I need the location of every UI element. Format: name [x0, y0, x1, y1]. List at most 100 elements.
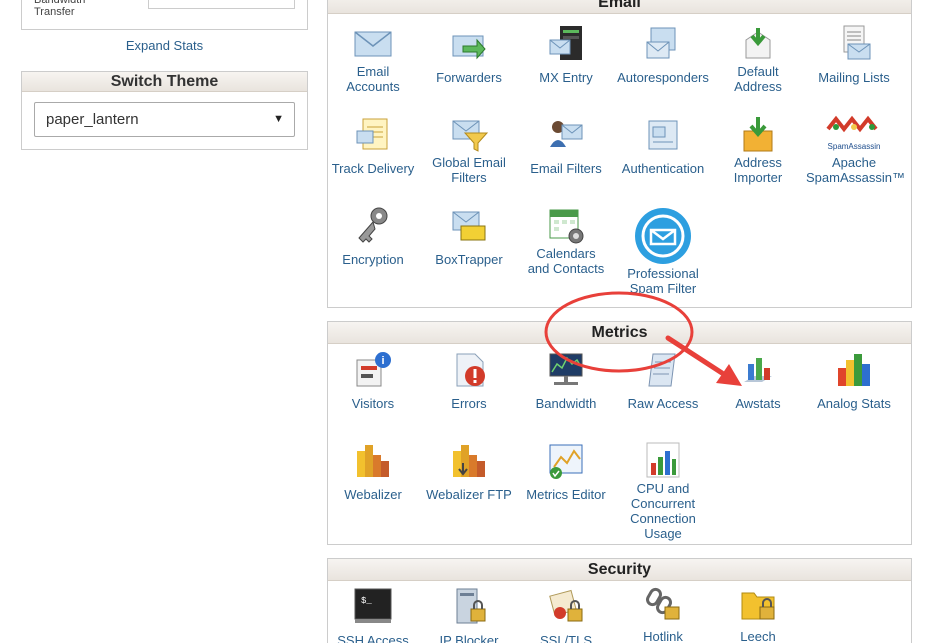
- spamassassin-item[interactable]: SpamAssassin Apache SpamAssassin™: [806, 115, 905, 185]
- authentication-icon: [648, 120, 678, 150]
- item-label: Autoresponders: [617, 70, 709, 85]
- item-label: Hotlink: [643, 629, 683, 643]
- item-label: Default Address: [734, 64, 782, 94]
- item-label: Webalizer: [344, 487, 402, 502]
- email-panel: Email Email Accounts Forwarders MX Entry…: [327, 0, 912, 308]
- visitors-item[interactable]: i Visitors: [325, 350, 421, 411]
- hotlink-item[interactable]: Hotlink: [615, 583, 711, 643]
- ssh-access-item[interactable]: $_ SSH Access: [325, 587, 421, 643]
- item-label: Bandwidth: [535, 396, 597, 411]
- address-importer-item[interactable]: Address Importer: [710, 115, 806, 185]
- mx-entry-icon: [549, 26, 582, 60]
- hotlink-icon: [646, 587, 680, 620]
- item-label: MX Entry: [539, 70, 593, 85]
- bandwidth-item[interactable]: Bandwidth: [518, 350, 614, 411]
- visitors-icon: i: [356, 352, 391, 387]
- item-label: Forwarders: [436, 70, 502, 85]
- item-label: Awstats: [735, 396, 781, 411]
- email-accounts-icon: [354, 31, 392, 57]
- bandwidth-value-box: [148, 0, 295, 9]
- item-label: BoxTrapper: [435, 252, 503, 267]
- item-label: Leech: [740, 629, 776, 643]
- errors-icon: [456, 353, 485, 387]
- item-label: Email Filters: [530, 161, 602, 176]
- analog-stats-item[interactable]: Analog Stats: [806, 350, 902, 411]
- metrics-editor-icon: [549, 444, 583, 479]
- mailing-lists-icon: [843, 25, 871, 60]
- item-label: Global Email Filters: [432, 155, 506, 185]
- expand-stats-link[interactable]: Expand Stats: [21, 38, 308, 56]
- calendars-contacts-item[interactable]: Calendars and Contacts: [518, 206, 614, 276]
- item-label: Analog Stats: [817, 396, 891, 411]
- item-label: Raw Access: [627, 396, 699, 411]
- leech-icon: [741, 592, 775, 620]
- item-label: Calendars and Contacts: [527, 246, 605, 276]
- email-filters-item[interactable]: Email Filters: [518, 115, 614, 176]
- item-label: IP Blocker: [439, 633, 499, 643]
- track-delivery-item[interactable]: Track Delivery: [325, 115, 421, 176]
- svg-text:$_: $_: [361, 596, 372, 606]
- global-email-filters-item[interactable]: Global Email Filters: [421, 115, 517, 185]
- item-label: Email Accounts: [346, 64, 400, 94]
- stats-box: Bandwidth Transfer: [21, 0, 308, 30]
- spamassassin-icon: SpamAssassin: [826, 115, 881, 151]
- global-email-filters-icon: [452, 120, 489, 152]
- item-label: Errors: [451, 396, 487, 411]
- security-panel: Security $_ SSH Access IP Blocker SSL/TL…: [327, 558, 912, 643]
- default-address-item[interactable]: Default Address: [710, 24, 806, 94]
- encryption-icon: [358, 207, 388, 243]
- metrics-editor-item[interactable]: Metrics Editor: [518, 441, 614, 502]
- theme-select-value: paper_lantern: [46, 111, 139, 128]
- item-label: CPU and Concurrent Connection Usage: [630, 481, 696, 541]
- switch-theme-panel: Switch Theme paper_lantern ▼: [21, 71, 308, 150]
- awstats-item[interactable]: Awstats: [710, 350, 806, 411]
- item-label: Track Delivery: [331, 161, 415, 176]
- item-label: Address Importer: [733, 155, 783, 185]
- cpu-usage-icon: [646, 442, 680, 478]
- svg-text:i: i: [381, 355, 384, 367]
- webalizer-item[interactable]: Webalizer: [325, 441, 421, 502]
- item-label: Apache SpamAssassin™: [806, 155, 905, 185]
- leech-item[interactable]: Leech: [710, 583, 806, 643]
- bandwidth-transfer-label: Bandwidth Transfer: [34, 0, 86, 18]
- professional-spam-filter-item[interactable]: Professional Spam Filter: [615, 206, 711, 296]
- email-filters-icon: [550, 121, 583, 147]
- mailing-lists-item[interactable]: Mailing Lists: [806, 24, 902, 85]
- item-label: Webalizer FTP: [426, 487, 512, 502]
- mx-entry-item[interactable]: MX Entry: [518, 24, 614, 85]
- theme-select[interactable]: paper_lantern ▼: [34, 102, 295, 137]
- item-label: SSH Access: [337, 633, 409, 643]
- ssh-access-icon: $_: [354, 588, 392, 623]
- analog-stats-icon: [838, 354, 870, 386]
- webalizer-ftp-icon: [453, 445, 485, 477]
- raw-access-item[interactable]: Raw Access: [615, 350, 711, 411]
- ssl-tls-item[interactable]: SSL/TLS: [518, 587, 614, 643]
- item-label: Authentication: [621, 161, 705, 176]
- ip-blocker-item[interactable]: IP Blocker: [421, 587, 517, 643]
- security-panel-title: Security: [328, 559, 911, 581]
- authentication-item[interactable]: Authentication: [615, 115, 711, 176]
- boxtrapper-icon: [452, 211, 486, 241]
- item-label: SSL/TLS: [539, 633, 593, 643]
- item-label: Encryption: [342, 252, 404, 267]
- autoresponders-item[interactable]: Autoresponders: [615, 24, 711, 85]
- address-importer-icon: [743, 117, 773, 152]
- email-accounts-item[interactable]: Email Accounts: [325, 24, 421, 94]
- item-label: Mailing Lists: [818, 70, 890, 85]
- webalizer-ftp-item[interactable]: Webalizer FTP: [421, 441, 517, 502]
- boxtrapper-item[interactable]: BoxTrapper: [421, 206, 517, 267]
- errors-item[interactable]: Errors: [421, 350, 517, 411]
- spamassassin-logo-text: SpamAssassin: [828, 142, 881, 151]
- left-sidebar: Bandwidth Transfer Expand Stats Switch T…: [21, 0, 308, 150]
- webalizer-icon: [357, 445, 389, 477]
- raw-access-icon: [648, 353, 676, 387]
- forwarders-item[interactable]: Forwarders: [421, 24, 517, 85]
- cpu-usage-item[interactable]: CPU and Concurrent Connection Usage: [615, 441, 711, 541]
- forwarders-icon: [452, 35, 486, 60]
- professional-spam-filter-icon: [635, 208, 691, 264]
- awstats-icon: [744, 358, 772, 382]
- dropdown-arrow-icon: ▼: [273, 113, 284, 125]
- encryption-item[interactable]: Encryption: [325, 206, 421, 267]
- item-label: Visitors: [351, 396, 395, 411]
- ip-blocker-icon: [456, 588, 486, 624]
